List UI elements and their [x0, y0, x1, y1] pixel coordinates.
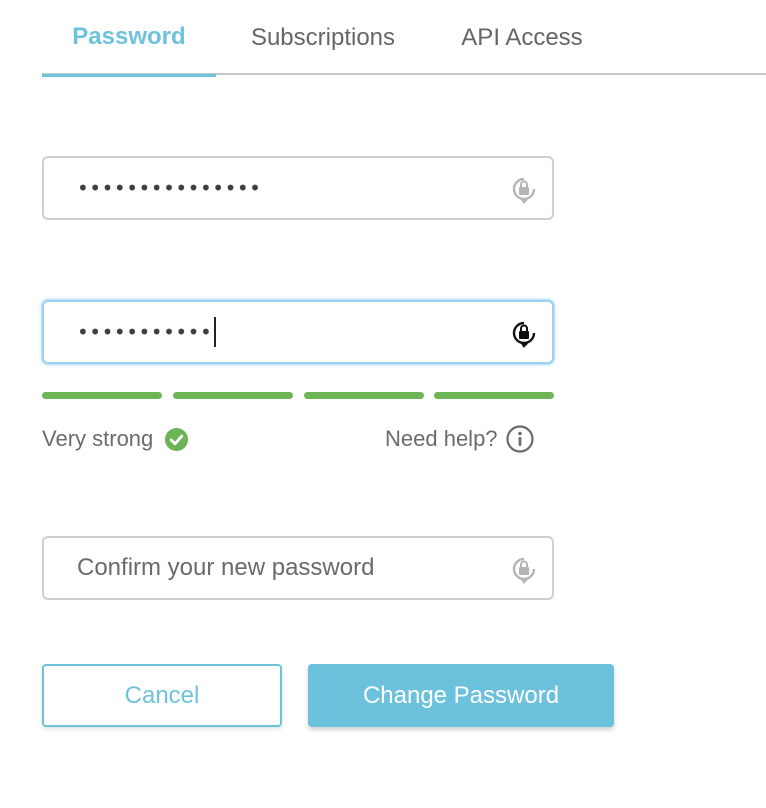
current-password-field[interactable]: ••••••••••••••• — [42, 156, 554, 220]
lock-rotate-icon[interactable] — [508, 553, 540, 585]
confirm-password-field[interactable]: Confirm your new password — [42, 536, 554, 600]
new-password-value: ••••••••••• — [77, 320, 213, 344]
strength-segment — [304, 392, 424, 399]
strength-label: Very strong — [42, 426, 154, 451]
strength-segment — [173, 392, 293, 399]
current-password-value: ••••••••••••••• — [77, 176, 262, 200]
text-caret — [214, 317, 217, 347]
cancel-button[interactable]: Cancel — [42, 664, 282, 727]
tab-subscriptions[interactable]: Subscriptions — [232, 0, 414, 75]
check-circle-icon — [165, 427, 189, 451]
lock-rotate-icon[interactable] — [508, 173, 540, 205]
new-password-value-wrap: ••••••••••• — [77, 302, 217, 362]
change-password-button[interactable]: Change Password — [308, 664, 614, 727]
strength-status: Very strong — [42, 424, 189, 454]
confirm-password-placeholder: Confirm your new password — [77, 554, 375, 581]
strength-segment — [434, 392, 554, 399]
tab-api-access[interactable]: API Access — [447, 0, 597, 75]
strength-segment — [42, 392, 162, 399]
settings-tabs: Password Subscriptions API Access — [42, 0, 766, 77]
lock-rotate-icon[interactable] — [508, 317, 540, 349]
current-password-value-wrap: ••••••••••••••• — [77, 158, 261, 218]
password-strength-meter — [42, 392, 554, 400]
need-help-label: Need help? — [385, 426, 498, 451]
info-icon[interactable] — [505, 425, 534, 453]
tab-password[interactable]: Password — [42, 0, 216, 77]
confirm-password-placeholder-wrap: Confirm your new password — [77, 538, 374, 598]
need-help-link[interactable]: Need help? — [385, 424, 534, 454]
new-password-field[interactable]: ••••••••••• — [42, 300, 554, 364]
